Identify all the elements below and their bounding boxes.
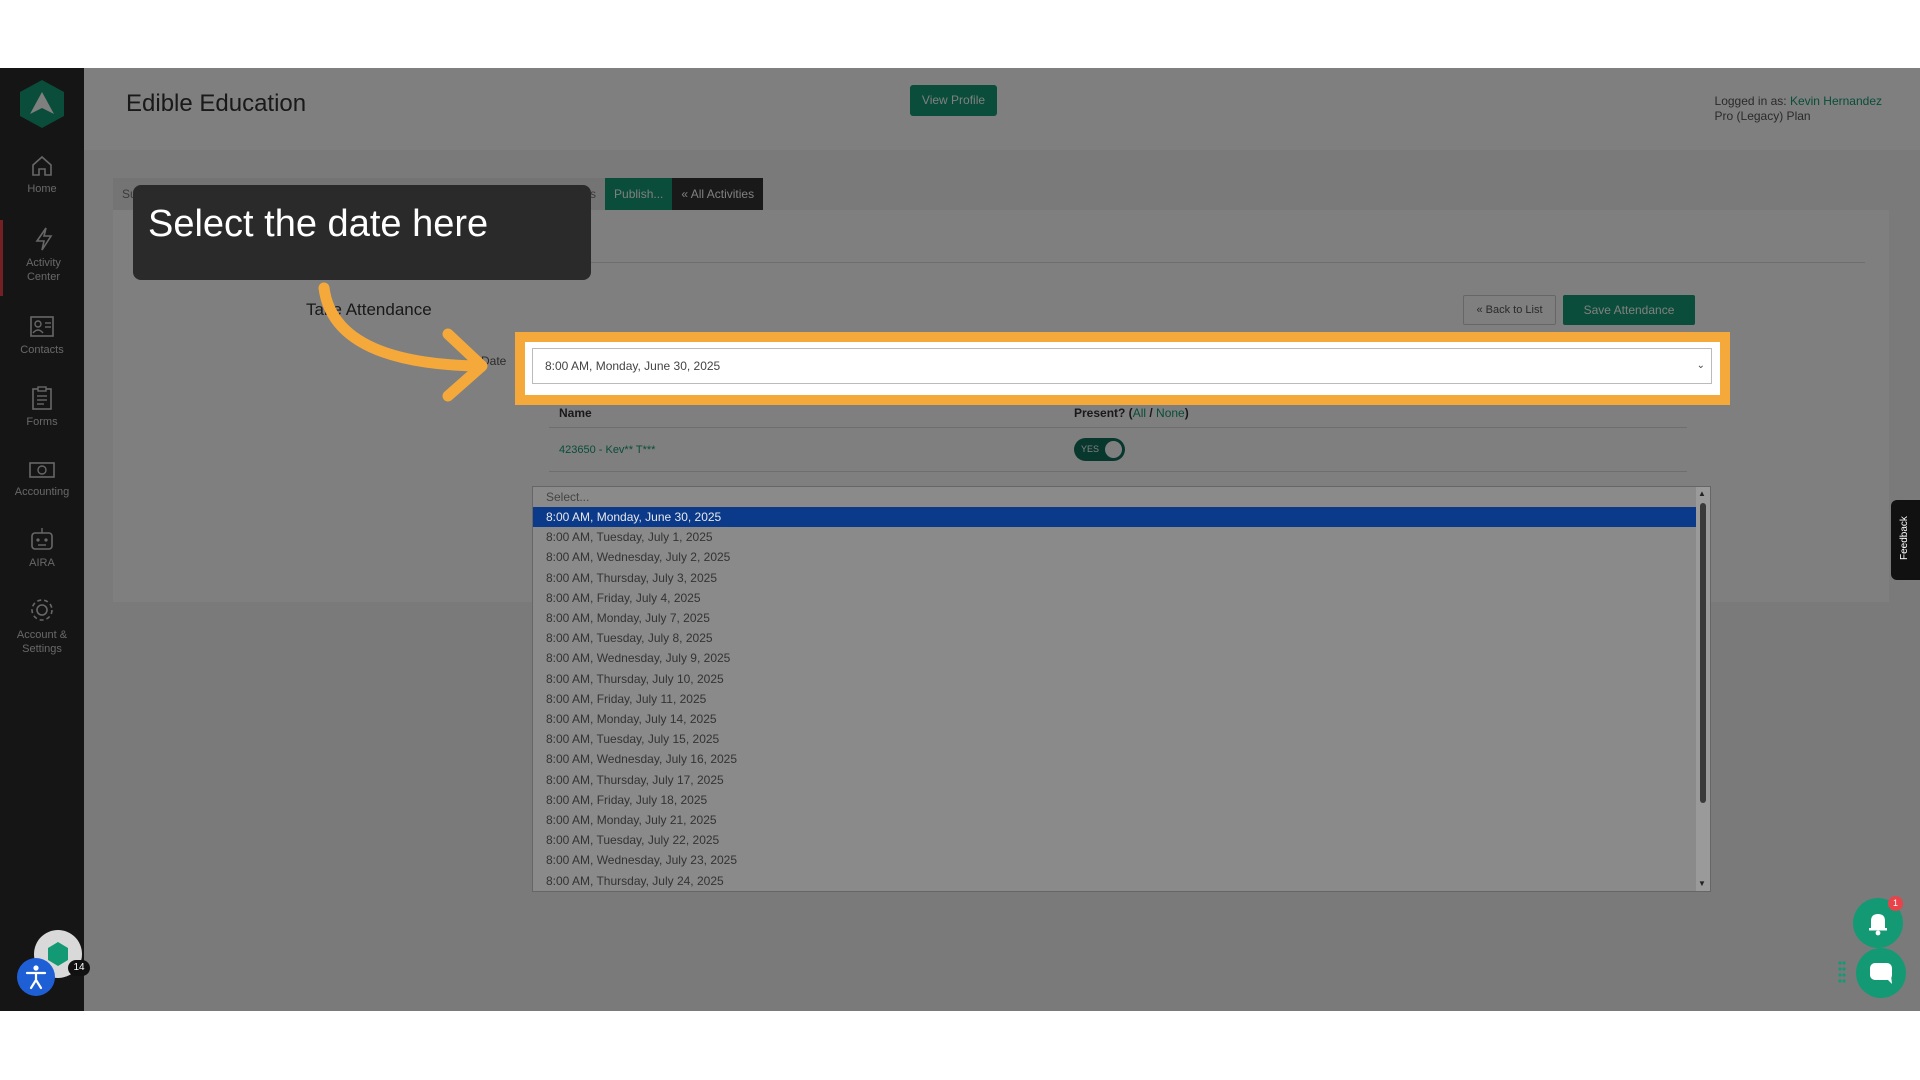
- dropdown-option[interactable]: 8:00 AM, Tuesday, July 1, 2025: [533, 527, 1697, 547]
- date-dropdown-list[interactable]: Select... 8:00 AM, Monday, June 30, 2025…: [532, 486, 1711, 892]
- dropdown-option[interactable]: 8:00 AM, Wednesday, July 2, 2025: [533, 547, 1697, 567]
- dropdown-option[interactable]: 8:00 AM, Wednesday, July 23, 2025: [533, 850, 1697, 870]
- dropdown-option[interactable]: 8:00 AM, Thursday, July 3, 2025: [533, 568, 1697, 588]
- dropdown-option[interactable]: 8:00 AM, Tuesday, July 15, 2025: [533, 729, 1697, 749]
- scroll-up-icon[interactable]: ▲: [1698, 489, 1706, 498]
- accessibility-icon: [25, 965, 47, 990]
- arrow-icon: [318, 282, 488, 402]
- date-select-highlight: 8:00 AM, Monday, June 30, 2025 ⌄: [515, 332, 1730, 405]
- notification-count-badge: 1: [1888, 896, 1903, 911]
- scroll-down-icon[interactable]: ▼: [1698, 879, 1706, 888]
- dropdown-option[interactable]: 8:00 AM, Friday, July 18, 2025: [533, 790, 1697, 810]
- dropdown-option[interactable]: 8:00 AM, Monday, July 21, 2025: [533, 810, 1697, 830]
- dropdown-option[interactable]: 8:00 AM, Thursday, July 10, 2025: [533, 669, 1697, 689]
- dropdown-option[interactable]: 8:00 AM, Thursday, July 17, 2025: [533, 770, 1697, 790]
- chevron-down-icon: ⌄: [1696, 360, 1705, 371]
- scrollbar-thumb[interactable]: [1700, 503, 1706, 803]
- dropdown-option[interactable]: 8:00 AM, Friday, July 4, 2025: [533, 588, 1697, 608]
- feedback-label: Feedback: [1899, 516, 1910, 560]
- dropdown-option[interactable]: 8:00 AM, Wednesday, July 9, 2025: [533, 648, 1697, 668]
- feedback-tab[interactable]: Feedback: [1891, 500, 1920, 580]
- dropdown-option[interactable]: 8:00 AM, Monday, July 7, 2025: [533, 608, 1697, 628]
- chat-icon: [1870, 963, 1892, 984]
- dropdown-option[interactable]: 8:00 AM, Monday, July 14, 2025: [533, 709, 1697, 729]
- dropdown-option[interactable]: 8:00 AM, Tuesday, July 8, 2025: [533, 628, 1697, 648]
- dropdown-option[interactable]: 8:00 AM, Thursday, July 24, 2025: [533, 871, 1697, 891]
- dropdown-option[interactable]: 8:00 AM, Friday, July 11, 2025: [533, 689, 1697, 709]
- dropdown-option-selected[interactable]: 8:00 AM, Monday, June 30, 2025: [533, 507, 1697, 527]
- accessibility-button[interactable]: [17, 958, 55, 996]
- chat-button[interactable]: [1856, 948, 1906, 998]
- dropdown-option[interactable]: 8:00 AM, Wednesday, July 16, 2025: [533, 749, 1697, 769]
- dropdown-placeholder[interactable]: Select...: [533, 487, 1697, 507]
- drag-handle-icon[interactable]: [1837, 960, 1847, 986]
- avatar-badge: 14: [68, 960, 90, 976]
- dropdown-scrollbar[interactable]: ▲ ▼: [1696, 487, 1710, 891]
- selected-date-value: 8:00 AM, Monday, June 30, 2025: [545, 359, 721, 373]
- instruction-tooltip: Select the date here: [133, 185, 591, 280]
- date-select[interactable]: 8:00 AM, Monday, June 30, 2025 ⌄: [532, 348, 1712, 384]
- dropdown-option[interactable]: 8:00 AM, Tuesday, July 22, 2025: [533, 830, 1697, 850]
